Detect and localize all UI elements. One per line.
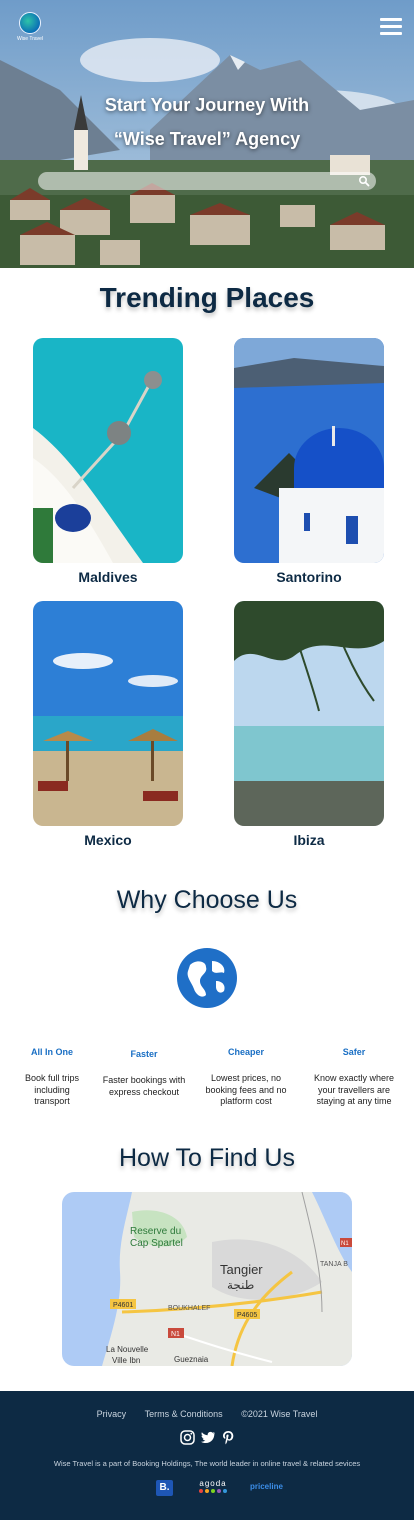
map-label-reserve: Reserve du xyxy=(130,1226,181,1237)
feature-faster: Faster Faster bookings with express chec… xyxy=(96,1049,192,1098)
place-name: Maldives xyxy=(78,569,138,585)
agoda-logo-text: agoda xyxy=(199,1479,227,1488)
feature-description: Book full trips including transport xyxy=(24,1073,80,1106)
globe-icon xyxy=(177,948,237,1008)
place-name: Mexico xyxy=(84,832,132,848)
priceline-logo[interactable]: priceline xyxy=(250,1482,283,1491)
hero-banner: Wise Travel Start Your Journey With “Wis… xyxy=(0,0,414,268)
map-label-boukhalef: BOUKHALEF xyxy=(168,1305,210,1312)
globe-logo-icon xyxy=(19,12,41,34)
place-name: Santorino xyxy=(276,569,342,585)
map-label-nouvelle-2: Ville Ibn xyxy=(112,1356,140,1365)
how-to-find-us-title: How To Find Us xyxy=(119,1144,295,1172)
place-card-santorino[interactable]: Santorino xyxy=(234,338,384,585)
santorino-image xyxy=(234,338,384,563)
place-card-mexico[interactable]: Mexico xyxy=(33,601,183,848)
feature-title: All In One xyxy=(30,1047,73,1057)
feature-cheaper: Cheaper Lowest prices, no booking fees a… xyxy=(198,1047,294,1108)
hero-title-line-1: Start Your Journey With xyxy=(104,95,310,115)
map-label-n1-east: N1 xyxy=(341,1241,349,1247)
map-label-nouvelle-1: La Nouvelle xyxy=(106,1345,149,1354)
pinterest-icon[interactable] xyxy=(221,1430,236,1445)
footer-note: Wise Travel is a part of Booking Holding… xyxy=(53,1459,361,1468)
hero-title: Start Your Journey With “Wise Travel” Ag… xyxy=(0,88,414,156)
map-label-p4605: P4605 xyxy=(237,1312,257,1319)
copyright-text: ©2021 Wise Travel xyxy=(241,1409,318,1419)
feature-description: Faster bookings with express checkout xyxy=(102,1075,186,1097)
brand-logo[interactable]: Wise Travel xyxy=(16,12,44,42)
feature-safer: Safer Know exactly where your travellers… xyxy=(306,1047,402,1108)
terms-link[interactable]: Terms & Conditions xyxy=(145,1409,223,1419)
social-links xyxy=(180,1430,236,1446)
mexico-image xyxy=(33,601,183,826)
instagram-icon[interactable] xyxy=(180,1430,195,1445)
feature-all-in-one: All In One Book full trips including tra… xyxy=(4,1047,100,1108)
ibiza-image xyxy=(234,601,384,826)
map-label-n1: N1 xyxy=(171,1331,180,1338)
place-name: Ibiza xyxy=(293,832,325,848)
feature-description: Know exactly where your travellers are s… xyxy=(313,1073,395,1106)
location-map[interactable]: Reserve du Cap Spartel Tangier طنجة BOUK… xyxy=(62,1192,352,1366)
trending-places-title: Trending Places xyxy=(99,282,315,313)
privacy-link[interactable]: Privacy xyxy=(97,1409,127,1419)
place-card-ibiza[interactable]: Ibiza xyxy=(234,601,384,848)
booking-logo[interactable]: B. xyxy=(156,1480,173,1496)
partner-logos: B. agoda priceline xyxy=(0,1479,414,1497)
map-label-gueznaia: Gueznaia xyxy=(174,1355,209,1364)
hero-title-line-2: “Wise Travel” Agency xyxy=(113,129,301,149)
map-label-city-arabic: طنجة xyxy=(227,1278,254,1292)
map-label-tanja: TANJA B xyxy=(320,1261,348,1268)
twitter-icon[interactable] xyxy=(200,1430,216,1445)
map-label-p4601: P4601 xyxy=(113,1302,133,1309)
search-input[interactable] xyxy=(38,173,338,191)
hamburger-menu-icon[interactable] xyxy=(380,18,402,36)
feature-title: Safer xyxy=(342,1047,366,1057)
agoda-logo[interactable]: agoda xyxy=(193,1479,233,1497)
maldives-image xyxy=(33,338,183,563)
map-label-city: Tangier xyxy=(220,1262,263,1277)
feature-description: Lowest prices, no booking fees and no pl… xyxy=(205,1073,287,1106)
logo-text: Wise Travel xyxy=(16,36,44,42)
why-choose-us-title: Why Choose Us xyxy=(116,886,298,914)
place-card-maldives[interactable]: Maldives xyxy=(33,338,183,585)
map-label-cap: Cap Spartel xyxy=(130,1238,183,1249)
search-icon[interactable] xyxy=(358,175,370,187)
feature-title: Faster xyxy=(130,1049,158,1059)
footer-links: Privacy Terms & Conditions ©2021 Wise Tr… xyxy=(0,1409,414,1419)
feature-title: Cheaper xyxy=(227,1047,264,1057)
site-footer: Privacy Terms & Conditions ©2021 Wise Tr… xyxy=(0,1391,414,1520)
search-bar xyxy=(38,172,376,191)
